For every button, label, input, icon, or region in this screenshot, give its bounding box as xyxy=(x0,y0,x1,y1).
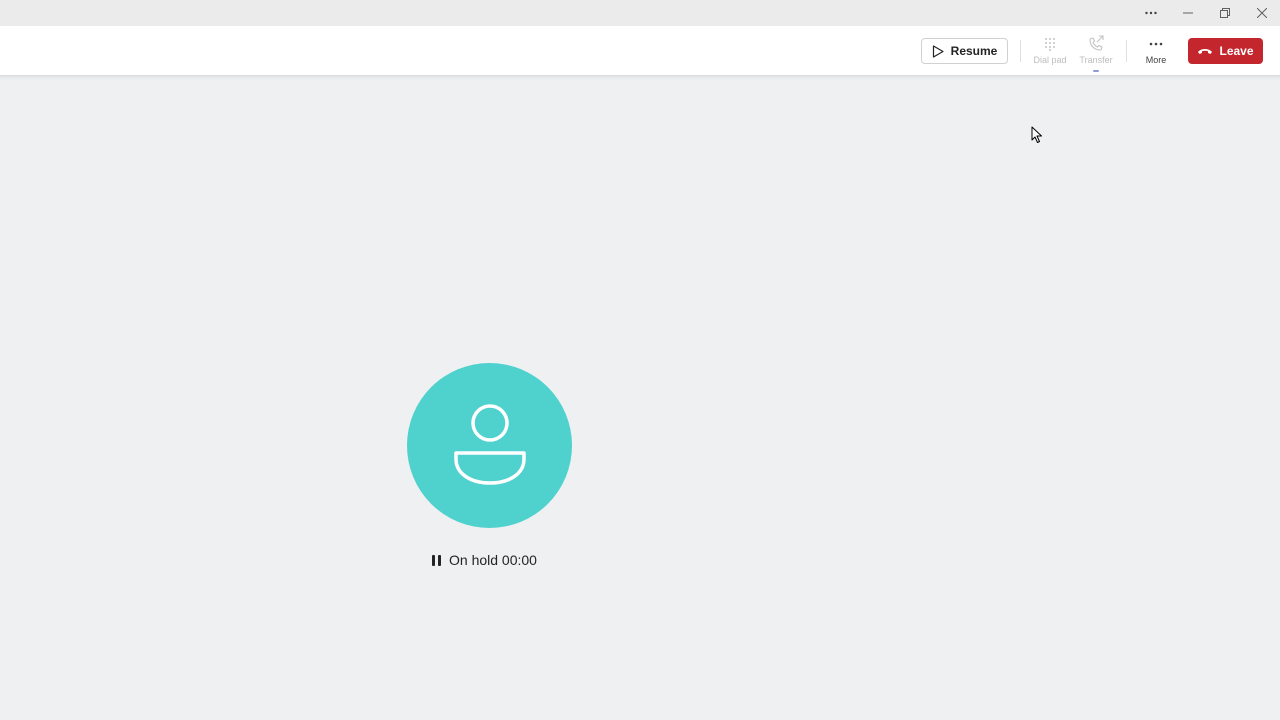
transfer-label: Transfer xyxy=(1079,55,1113,65)
ellipsis-icon xyxy=(1144,11,1157,15)
window-minimize-button[interactable] xyxy=(1169,0,1206,26)
leave-label: Leave xyxy=(1219,44,1254,58)
close-icon xyxy=(1256,8,1267,18)
resume-button[interactable]: Resume xyxy=(921,38,1008,64)
title-bar xyxy=(0,0,1280,26)
ellipsis-icon xyxy=(1149,42,1163,46)
dialpad-button[interactable]: Dial pad xyxy=(1028,34,1072,70)
phone-hangup-icon xyxy=(1198,49,1213,54)
transfer-button[interactable]: Transfer xyxy=(1074,34,1118,70)
phone-transfer-icon xyxy=(1089,35,1104,51)
call-toolbar: Resume Dial pad Transfer More Leave xyxy=(0,26,1280,76)
call-status-text: On hold 00:00 xyxy=(449,552,537,568)
transfer-indicator xyxy=(1093,70,1099,72)
person-icon xyxy=(453,403,526,485)
leave-button[interactable]: Leave xyxy=(1188,38,1263,64)
dialpad-icon xyxy=(1045,38,1055,51)
minimize-icon xyxy=(1182,12,1193,14)
more-button[interactable]: More xyxy=(1134,34,1178,70)
window-close-button[interactable] xyxy=(1243,0,1280,26)
mouse-cursor-icon xyxy=(1031,126,1042,143)
restore-icon xyxy=(1219,8,1230,18)
call-stage xyxy=(0,80,1280,720)
dialpad-label: Dial pad xyxy=(1033,55,1067,65)
toolbar-divider xyxy=(1020,40,1021,62)
window-more-options-button[interactable] xyxy=(1132,0,1169,26)
play-icon xyxy=(932,44,944,58)
window-restore-button[interactable] xyxy=(1206,0,1243,26)
call-status: On hold 00:00 xyxy=(432,550,537,570)
more-label: More xyxy=(1145,55,1167,65)
toolbar-divider xyxy=(1126,40,1127,62)
pause-icon xyxy=(432,554,441,566)
avatar xyxy=(407,363,572,528)
resume-label: Resume xyxy=(950,44,998,58)
